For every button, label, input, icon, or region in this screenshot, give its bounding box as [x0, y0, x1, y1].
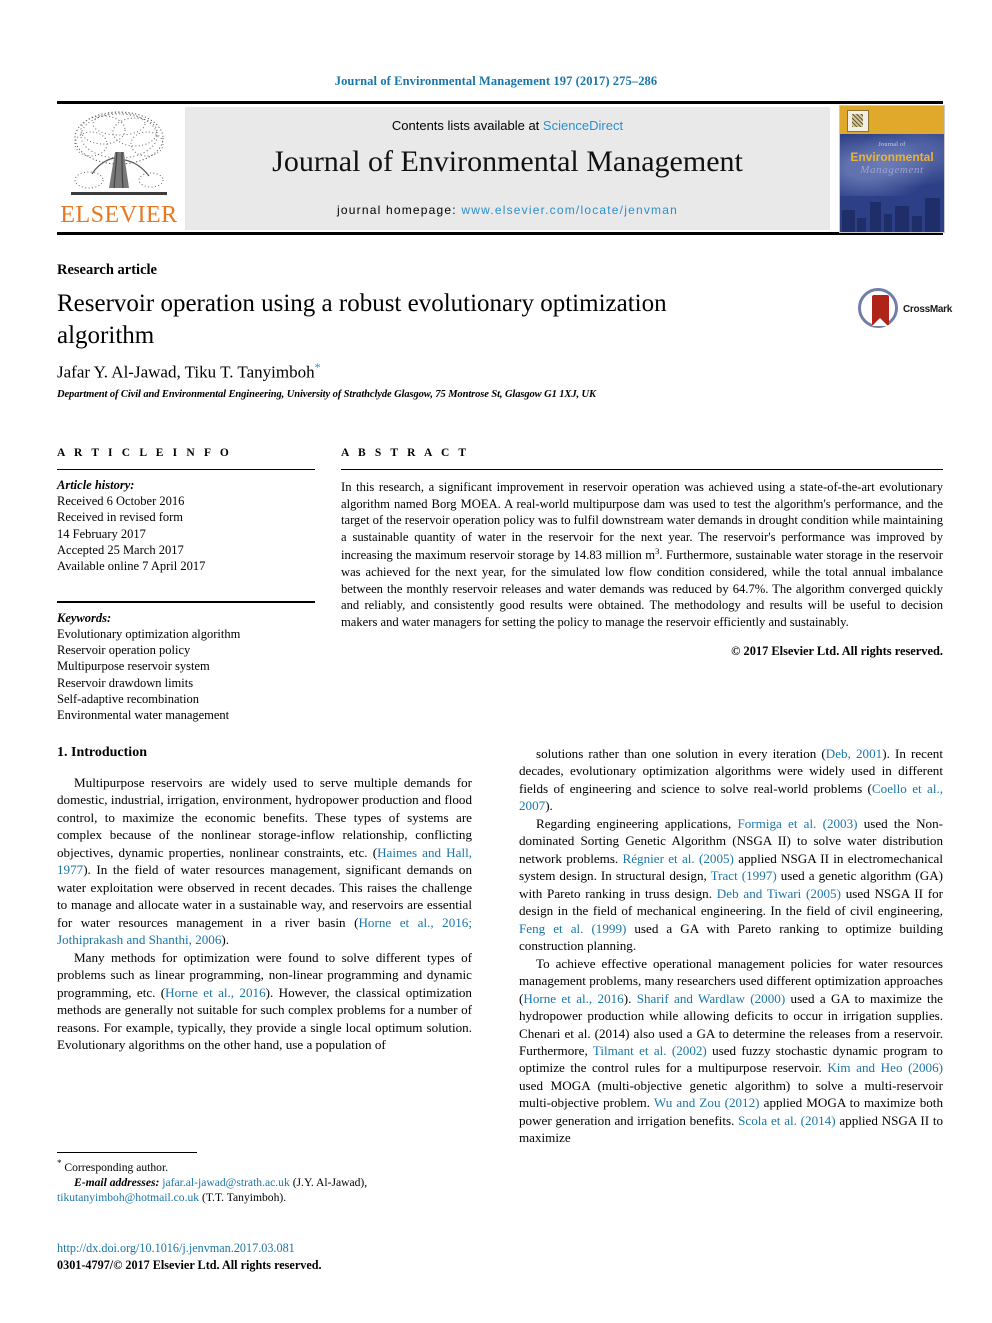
corresponding-author-text: Corresponding author. [64, 1160, 169, 1174]
keywords-label: Keywords: [57, 610, 112, 625]
cover-management-word: Management [860, 164, 924, 176]
crossmark-icon [858, 288, 898, 328]
citation-link[interactable]: Tract (1997) [711, 868, 777, 883]
author-names: Jafar Y. Al-Jawad, Tiku T. Tanyimboh [57, 362, 315, 382]
article-type: Research article [57, 262, 157, 278]
article-info-rule-1 [57, 469, 315, 470]
keywords-list: Evolutionary optimization algorithm Rese… [57, 626, 315, 724]
citation-link[interactable]: Wu and Zou (2012) [654, 1095, 760, 1110]
cover-elsevier-mark-icon [847, 110, 869, 132]
citation-link[interactable]: Kim and Heo (2006) [827, 1060, 943, 1075]
paragraph: To achieve effective operational managem… [519, 955, 944, 1146]
footnote-block: * Corresponding author. E-mail addresses… [57, 1158, 472, 1206]
email-link-2[interactable]: tikutanyimboh@hotmail.co.uk [57, 1191, 199, 1204]
history-item: 14 February 2017 [57, 526, 146, 541]
email-note: E-mail addresses: jafar.al-jawad@strath.… [57, 1175, 472, 1206]
running-head: Journal of Environmental Management 197 … [334, 74, 658, 88]
citation-link[interactable]: Horne et al., 2016 [523, 991, 623, 1006]
keyword-item: Evolutionary optimization algorithm [57, 626, 241, 641]
contents-available-line: Contents lists available at ScienceDirec… [185, 118, 830, 133]
masthead-top-rule [57, 101, 943, 104]
paper-page: Journal of Environmental Management 197 … [0, 0, 992, 1323]
keyword-item: Reservoir drawdown limits [57, 675, 194, 690]
elsevier-wordmark: ELSEVIER [60, 202, 178, 228]
issn-copyright-line: 0301-4797/© 2017 Elsevier Ltd. All right… [57, 1258, 322, 1273]
keyword-item: Self-adaptive recombination [57, 691, 199, 706]
elsevier-tree-icon [71, 111, 167, 195]
section-title-introduction: 1. Introduction [57, 745, 147, 760]
citation-link[interactable]: Régnier et al. (2005) [623, 851, 734, 866]
email-owner-1: (J.Y. Al-Jawad), [292, 1176, 368, 1190]
homepage-prefix: journal homepage: [337, 203, 462, 217]
keyword-item: Multipurpose reservoir system [57, 659, 210, 674]
journal-homepage-link[interactable]: www.elsevier.com/locate/jenvman [461, 203, 678, 217]
sciencedirect-link[interactable]: ScienceDirect [543, 118, 623, 133]
crossmark-badge[interactable]: CrossMark [858, 288, 952, 330]
journal-cover-thumbnail: Journal of Environmental Management [839, 105, 945, 233]
email-label: E-mail addresses: [74, 1176, 160, 1190]
abstract-copyright: © 2017 Elsevier Ltd. All rights reserved… [731, 643, 943, 658]
body-column-left: 1. Introduction Multipurpose reservoirs … [57, 745, 472, 1054]
history-item: Available online 7 April 2017 [57, 559, 206, 573]
contents-prefix: Contents lists available at [391, 118, 543, 133]
footnote-rule [57, 1152, 197, 1153]
citation-link[interactable]: Feng et al. (1999) [519, 921, 626, 936]
paragraph: Regarding engineering applications, Form… [519, 815, 944, 954]
citation-link[interactable]: Coello et al., 2007 [519, 781, 943, 813]
corresponding-author-note: * Corresponding author. [57, 1158, 472, 1175]
abstract-text: In this research, a significant improvem… [341, 479, 943, 631]
keyword-item: Environmental water management [57, 708, 230, 723]
keyword-item: Reservoir operation policy [57, 643, 191, 658]
elsevier-logo: ELSEVIER [57, 106, 181, 231]
citation-link[interactable]: Horne et al., 2016 [165, 985, 265, 1000]
body-column-right: solutions rather than one solution in ev… [519, 745, 943, 1147]
citation-link[interactable]: Deb and Tiwari (2005) [717, 886, 841, 901]
paragraph: solutions rather than one solution in ev… [519, 746, 943, 814]
citation-link[interactable]: Scola et al. (2014) [738, 1113, 835, 1128]
journal-title: Journal of Environmental Management [272, 145, 743, 178]
article-info-heading: A R T I C L E I N F O [57, 447, 232, 459]
affiliation: Department of Civil and Environmental En… [57, 389, 596, 400]
citation-link[interactable]: Formiga et al. (2003) [737, 816, 857, 831]
abstract-column: A B S T R A C T In this research, a sign… [341, 447, 943, 659]
cover-environmental-word: Environmental [850, 150, 934, 164]
history-item: Received in revised form [57, 510, 183, 525]
citation-link[interactable]: Haimes and Hall, 1977 [57, 845, 472, 877]
journal-masthead: ELSEVIER Contents lists available at Sci… [57, 101, 945, 235]
doi-link[interactable]: http://dx.doi.org/10.1016/j.jenvman.2017… [57, 1241, 295, 1255]
article-info-column: A R T I C L E I N F O Article history: R… [57, 447, 315, 723]
abstract-rule [341, 469, 943, 470]
citation-link[interactable]: Tilmant et al. (2002) [593, 1043, 707, 1058]
abstract-heading: A B S T R A C T [341, 447, 470, 459]
paragraph: Many methods for optimization were found… [57, 949, 472, 1053]
crossmark-bookmark-shape [872, 295, 889, 326]
citation-link[interactable]: Deb, 2001 [826, 746, 882, 761]
article-info-rule-2 [57, 601, 315, 603]
email-owner-2: (T.T. Tanyimboh). [201, 1191, 287, 1205]
article-history-list: Received 6 October 2016 Received in revi… [57, 493, 315, 574]
author-list: Jafar Y. Al-Jawad, Tiku T. Tanyimboh* [57, 360, 817, 383]
masthead-center-band: Contents lists available at ScienceDirec… [185, 107, 830, 230]
paragraph: Multipurpose reservoirs are widely used … [57, 775, 472, 948]
email-link-1[interactable]: jafar.al-jawad@strath.ac.uk [162, 1176, 290, 1189]
cover-top-band [840, 106, 944, 134]
doi-block: http://dx.doi.org/10.1016/j.jenvman.2017… [57, 1240, 487, 1274]
citation-link[interactable]: Sharif and Wardlaw (2000) [637, 991, 786, 1006]
history-item: Received 6 October 2016 [57, 494, 185, 508]
page-title: Reservoir operation using a robust evolu… [57, 290, 667, 349]
crossmark-label: CrossMark [903, 304, 952, 315]
cover-skyline [840, 186, 944, 232]
article-history-label: Article history: [57, 478, 135, 492]
journal-homepage-line: journal homepage: www.elsevier.com/locat… [185, 203, 830, 217]
footnote-mark: * [57, 1158, 62, 1168]
citation-link[interactable]: Horne et al., 2016; Jothiprakash and Sha… [57, 915, 472, 947]
corresponding-author-mark: * [314, 360, 321, 374]
cover-journal-word: Journal of [878, 142, 906, 148]
history-item: Accepted 25 March 2017 [57, 542, 184, 557]
masthead-bottom-rule [57, 232, 943, 235]
